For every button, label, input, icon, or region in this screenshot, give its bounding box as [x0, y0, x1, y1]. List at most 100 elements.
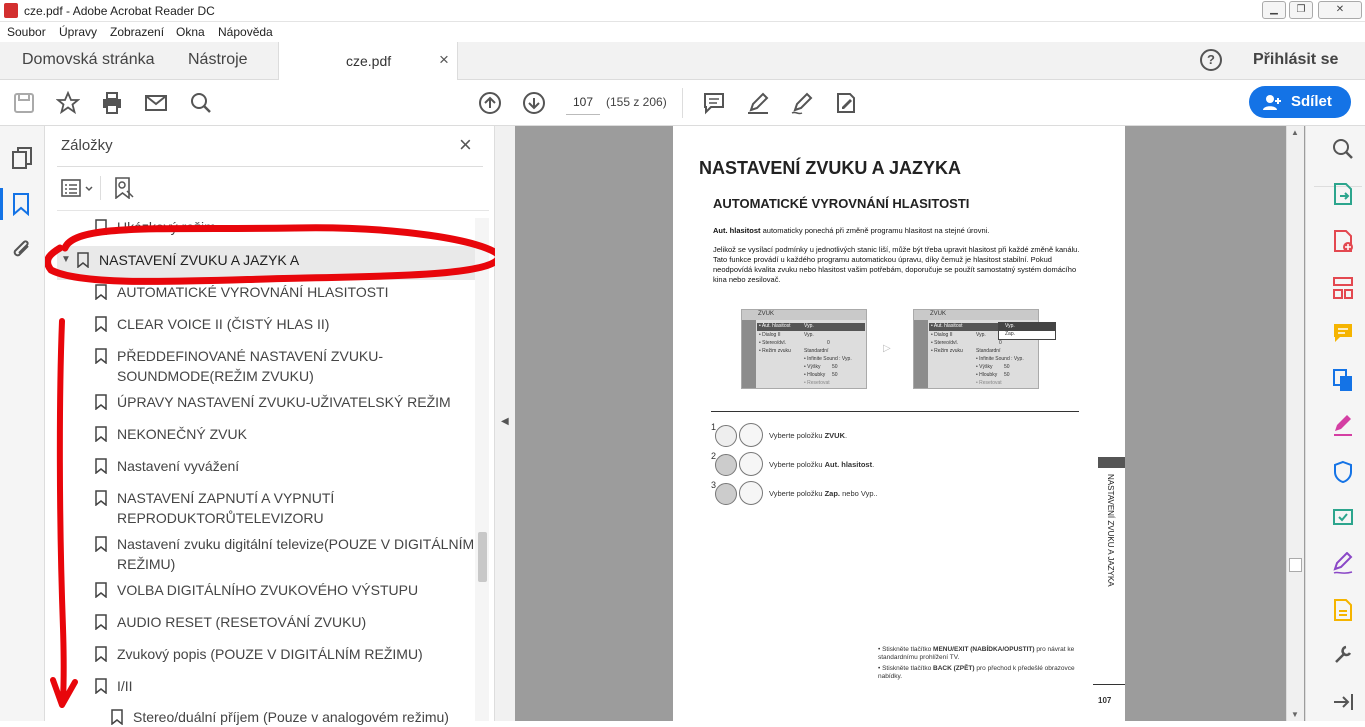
remote-button-icon	[715, 425, 737, 447]
popup-option: Zap.	[1005, 331, 1016, 337]
fill-sign-tool-icon[interactable]	[1332, 414, 1354, 439]
menu-file[interactable]: Soubor	[7, 25, 46, 39]
page-number: 107	[1098, 696, 1112, 705]
screen-value: • Infinite Sound : Vyp.	[804, 356, 852, 362]
screen-value: • Resetovat	[804, 380, 830, 386]
step-text: Vyberte položku Zap. nebo Vyp..	[769, 489, 878, 498]
draw-icon[interactable]	[790, 91, 814, 115]
close-window-button[interactable]: ✕	[1318, 1, 1362, 19]
send-for-review-icon[interactable]	[1332, 506, 1354, 531]
sign-in-link[interactable]: Přihlásit se	[1253, 51, 1338, 69]
email-icon[interactable]	[144, 91, 168, 115]
collapse-panel-icon[interactable]: ◀	[501, 416, 509, 427]
menu-help[interactable]: Nápověda	[218, 25, 273, 39]
paragraph-2: Jelikož se vysílací podmínky u jednotliv…	[713, 245, 1080, 284]
screen-value: Vyp.	[976, 332, 986, 338]
step-text: Vyberte položku ZVUK.	[769, 431, 848, 440]
comment-icon[interactable]	[702, 91, 726, 115]
menu-edit[interactable]: Úpravy	[59, 25, 97, 39]
toolbar-divider	[682, 88, 683, 118]
screen-item: • Dialog II	[759, 332, 781, 338]
screen-item: • Režim zvuku	[759, 348, 791, 354]
scroll-down-arrow[interactable]: ▼	[1291, 710, 1299, 719]
share-label: Sdílet	[1291, 93, 1332, 110]
para1-bold: Aut. hlasitost	[713, 226, 761, 235]
screen-item: • Stereo/dvl.	[931, 340, 959, 346]
remote-button-icon	[715, 454, 737, 476]
screen-value: • Hloubky	[804, 372, 826, 378]
screen-title: ZVUK	[930, 311, 947, 317]
menu-view[interactable]: Zobrazení	[110, 25, 164, 39]
save-icon[interactable]	[12, 91, 36, 115]
search-icon[interactable]	[189, 91, 213, 115]
page-thumbnails-icon[interactable]	[11, 146, 33, 173]
tab-tools[interactable]: Nástroje	[188, 51, 248, 69]
panel-divider	[57, 166, 483, 167]
new-bookmark-icon[interactable]	[113, 177, 135, 202]
minimize-button[interactable]: ▁	[1262, 1, 1286, 19]
restore-button[interactable]: ❐	[1289, 1, 1313, 19]
footer-rule	[1093, 684, 1125, 685]
bookmarks-panel-icon[interactable]	[12, 192, 30, 219]
add-user-icon	[1263, 95, 1281, 110]
screen-value: • Resetovat	[976, 380, 1002, 386]
arrow-right-icon: ▷	[883, 343, 891, 354]
remote-dpad-icon	[739, 423, 763, 447]
page-heading: NASTAVENÍ ZVUKU A JAZYKA	[699, 158, 962, 178]
panel-splitter[interactable]: ◀	[495, 126, 515, 721]
page-subheading: AUTOMATICKÉ VYROVNÁNÍ HLASITOSTI	[713, 196, 970, 211]
organize-pages-icon[interactable]	[1332, 276, 1354, 303]
screen-value: 50	[832, 372, 838, 378]
bookmarks-panel-title: Záložky	[61, 137, 113, 154]
menu-window[interactable]: Okna	[176, 25, 205, 39]
more-tools-icon[interactable]	[1332, 644, 1354, 669]
menu-bar: Soubor Úpravy Zobrazení Okna Nápověda	[0, 22, 1365, 42]
screen-value: 50	[1004, 364, 1010, 370]
acrobat-app-icon	[4, 3, 18, 18]
paragraph-1: Aut. hlasitost automaticky ponechá při z…	[713, 226, 1083, 235]
screen-value: 50	[1004, 372, 1010, 378]
collapse-tools-icon[interactable]	[1332, 692, 1354, 715]
screen-popup: Vyp. Zap.	[998, 322, 1056, 340]
print-icon[interactable]	[100, 91, 124, 115]
next-page-icon[interactable]	[522, 91, 546, 115]
combine-files-icon[interactable]	[1332, 368, 1354, 395]
fill-sign-icon[interactable]	[834, 91, 858, 115]
protect-icon[interactable]	[1332, 460, 1354, 487]
zoom-search-icon[interactable]	[1332, 138, 1354, 163]
help-icon[interactable]: ?	[1200, 49, 1222, 71]
highlight-pen-icon[interactable]	[746, 91, 770, 115]
create-pdf-icon[interactable]	[1332, 229, 1354, 256]
panel-toolbar-divider	[100, 176, 101, 200]
signature-icon[interactable]	[1332, 551, 1354, 577]
section-side-tab	[1098, 457, 1125, 468]
tab-file[interactable]: cze.pdf ×	[278, 42, 458, 80]
tab-home[interactable]: Domovská stránka	[22, 51, 155, 69]
viewer-scrollbar[interactable]: ▲ ▼	[1286, 126, 1304, 721]
screen-value: • Výšky	[976, 364, 993, 370]
page-number-input[interactable]: 107	[566, 89, 600, 115]
toolbar: 107 (155 z 206) Sdílet	[0, 80, 1365, 126]
screen-value: • Hloubky	[976, 372, 998, 378]
attachments-icon[interactable]	[10, 238, 34, 265]
screen-value: Standardní	[804, 348, 829, 354]
share-button[interactable]: Sdílet	[1249, 86, 1351, 118]
export-pdf-icon[interactable]	[1332, 182, 1354, 209]
side-section-label: NASTAVENÍ ZVUKU A JAZYKA	[1106, 474, 1115, 587]
comment-tool-icon[interactable]	[1332, 322, 1354, 347]
bookmark-star-icon[interactable]	[56, 91, 80, 115]
screen-item: • Aut. hlasitost	[931, 323, 963, 329]
scroll-up-arrow[interactable]: ▲	[1291, 128, 1299, 137]
previous-page-icon[interactable]	[478, 91, 502, 115]
bookmarks-panel: Záložky × Ukázkový režim ▼ NASTAVENÍ ZVUK…	[45, 126, 495, 725]
remote-dpad-icon	[739, 481, 763, 505]
certificate-icon[interactable]	[1332, 598, 1354, 625]
close-panel-icon[interactable]: ×	[459, 132, 472, 158]
bookmark-options-icon[interactable]	[61, 179, 97, 200]
viewer-scrollbar-thumb[interactable]	[1289, 558, 1302, 572]
screen-value: Vyp.	[804, 323, 814, 329]
tab-close-icon[interactable]: ×	[439, 50, 449, 70]
screen-side-icons	[914, 320, 928, 388]
screen-item: • Režim zvuku	[931, 348, 963, 354]
active-indicator	[0, 188, 3, 220]
